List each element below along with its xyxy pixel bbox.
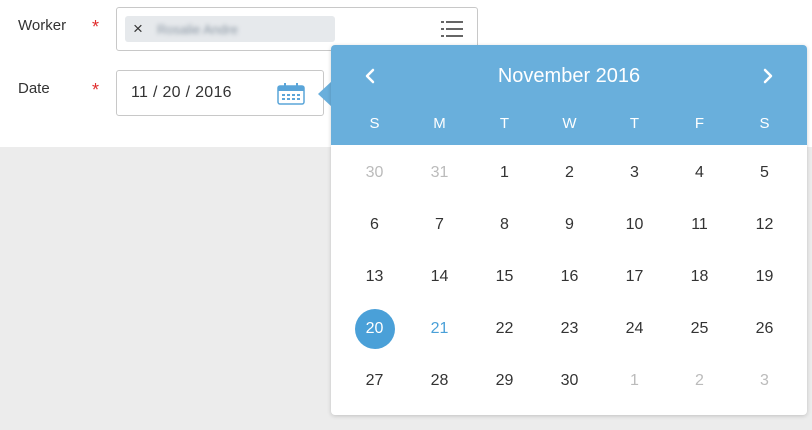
day-number: 25 — [690, 320, 709, 337]
day-number: 6 — [370, 216, 379, 233]
day-cell[interactable]: 6 — [342, 205, 407, 245]
day-cell-other-month[interactable]: 1 — [602, 361, 667, 401]
day-number: 29 — [495, 372, 514, 389]
day-number: 22 — [495, 320, 514, 337]
day-cell[interactable]: 3 — [602, 153, 667, 193]
day-number: 30 — [560, 372, 579, 389]
day-cell[interactable]: 14 — [407, 257, 472, 297]
day-cell-today[interactable]: 21 — [407, 309, 472, 349]
weekday-label: S — [369, 115, 380, 132]
day-number: 4 — [695, 164, 704, 181]
day-number: 20 — [354, 309, 395, 349]
day-cell[interactable]: 10 — [602, 205, 667, 245]
day-cell[interactable]: 24 — [602, 309, 667, 349]
day-number: 24 — [625, 320, 644, 337]
day-number: 18 — [690, 268, 709, 285]
day-number: 5 — [760, 164, 769, 181]
day-cell-other-month[interactable]: 30 — [342, 153, 407, 193]
day-number: 30 — [365, 164, 384, 181]
day-number: 8 — [500, 216, 509, 233]
day-number: 14 — [430, 268, 449, 285]
date-required-mark: * — [92, 80, 100, 100]
date-field[interactable]: 11 / 20 / 2016 — [116, 70, 324, 116]
day-number: 23 — [560, 320, 579, 337]
day-cell[interactable]: 30 — [537, 361, 602, 401]
day-cell[interactable]: 4 — [667, 153, 732, 193]
calendar-popup-pointer — [318, 81, 332, 107]
day-cell[interactable]: 8 — [472, 205, 537, 245]
day-number: 19 — [755, 268, 774, 285]
day-number: 3 — [760, 372, 769, 389]
day-number: 16 — [560, 268, 579, 285]
calendar-icon[interactable] — [277, 83, 305, 105]
worker-selected-pill: × Rosalie Andre — [125, 16, 335, 42]
day-cell[interactable]: 16 — [537, 257, 602, 297]
day-number: 28 — [430, 372, 449, 389]
worker-name: Rosalie Andre — [157, 22, 238, 37]
day-cell[interactable]: 13 — [342, 257, 407, 297]
day-cell[interactable]: 12 — [732, 205, 797, 245]
worker-label: Worker — [18, 17, 67, 34]
list-icon[interactable] — [441, 20, 463, 38]
day-number: 2 — [695, 372, 704, 389]
day-cell[interactable]: 9 — [537, 205, 602, 245]
day-cell[interactable]: 26 — [732, 309, 797, 349]
day-cell[interactable]: 11 — [667, 205, 732, 245]
day-number: 15 — [495, 268, 514, 285]
day-number: 12 — [755, 216, 774, 233]
date-picker-popup: November 2016 S M T W T F S 30 31 1 2 3 … — [331, 45, 807, 415]
day-number: 2 — [565, 164, 574, 181]
day-number: 27 — [365, 372, 384, 389]
day-number: 11 — [691, 216, 708, 233]
weekday-label: T — [499, 115, 510, 132]
day-number: 13 — [365, 268, 384, 285]
weekday-label: F — [694, 115, 705, 132]
remove-worker-icon[interactable]: × — [133, 19, 143, 39]
weekday-label: T — [629, 115, 640, 132]
worker-required-mark: * — [92, 17, 100, 37]
day-number: 3 — [630, 164, 639, 181]
day-number: 7 — [435, 216, 444, 233]
day-number: 1 — [630, 372, 639, 389]
day-number: 21 — [430, 320, 449, 337]
date-input-value[interactable]: 11 / 20 / 2016 — [131, 84, 232, 102]
day-number: 10 — [625, 216, 644, 233]
chevron-right-icon[interactable] — [753, 61, 783, 91]
day-cell[interactable]: 29 — [472, 361, 537, 401]
calendar-header: November 2016 S M T W T F S — [331, 45, 807, 145]
day-cell[interactable]: 2 — [537, 153, 602, 193]
day-cell-other-month[interactable]: 2 — [667, 361, 732, 401]
day-cell[interactable]: 28 — [407, 361, 472, 401]
day-number: 26 — [755, 320, 774, 337]
day-cell[interactable]: 27 — [342, 361, 407, 401]
day-number: 31 — [430, 164, 449, 181]
day-number: 9 — [565, 216, 574, 233]
day-cell[interactable]: 25 — [667, 309, 732, 349]
day-cell-selected[interactable]: 20 — [342, 309, 407, 349]
day-cell[interactable]: 18 — [667, 257, 732, 297]
day-cell[interactable]: 19 — [732, 257, 797, 297]
day-cell-other-month[interactable]: 3 — [732, 361, 797, 401]
day-cell-other-month[interactable]: 31 — [407, 153, 472, 193]
day-cell[interactable]: 22 — [472, 309, 537, 349]
day-cell[interactable]: 23 — [537, 309, 602, 349]
day-cell[interactable]: 5 — [732, 153, 797, 193]
day-cell[interactable]: 17 — [602, 257, 667, 297]
date-label: Date — [18, 80, 50, 97]
weekday-label: S — [759, 115, 770, 132]
day-number: 1 — [500, 164, 509, 181]
calendar-month-title: November 2016 — [497, 65, 641, 87]
weekday-label: M — [433, 115, 446, 132]
day-cell[interactable]: 15 — [472, 257, 537, 297]
day-cell[interactable]: 7 — [407, 205, 472, 245]
weekday-label: W — [562, 115, 577, 132]
day-number: 17 — [625, 268, 644, 285]
weekday-header-row: S M T W T F S — [342, 115, 797, 135]
day-cell[interactable]: 1 — [472, 153, 537, 193]
